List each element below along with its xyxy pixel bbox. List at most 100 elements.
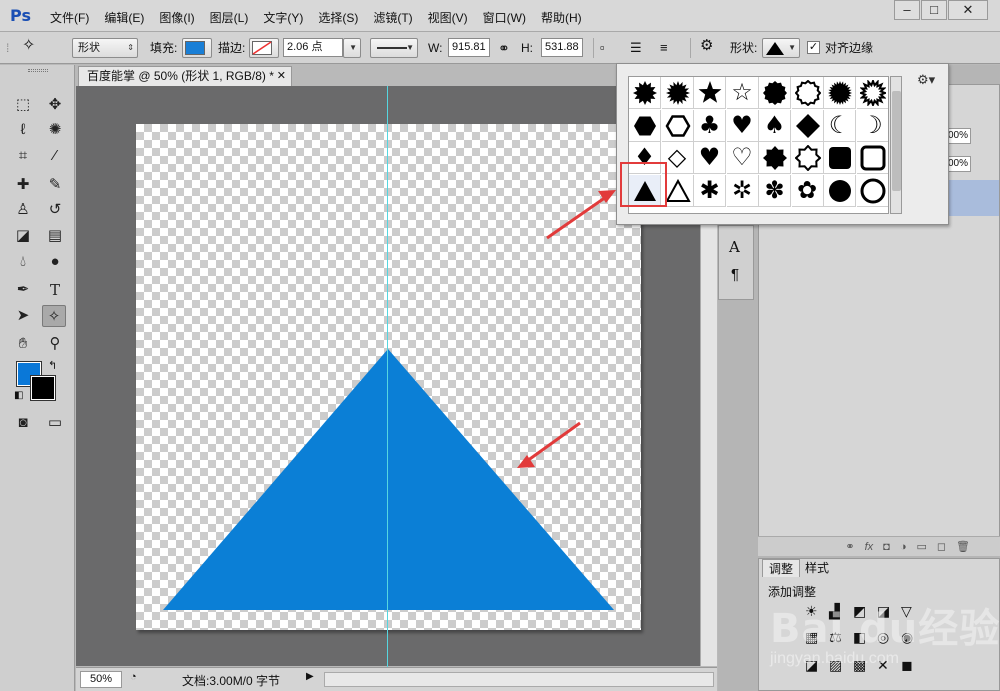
default-colors-icon[interactable]: ◧ xyxy=(14,390,23,401)
layer-mask-icon[interactable]: ◘ xyxy=(883,541,890,553)
shape-option-rounded-square-outline[interactable] xyxy=(856,142,888,174)
shape-option-burst-16[interactable] xyxy=(661,77,694,109)
shape-option-heart-card[interactable]: ♥ xyxy=(694,142,726,174)
shape-option-moon[interactable]: ☾ xyxy=(824,109,856,142)
crop-tool[interactable]: ⌗ xyxy=(11,145,35,167)
guide-line[interactable] xyxy=(387,86,388,672)
menu-view[interactable]: 视图(V) xyxy=(428,9,468,26)
document-tab[interactable]: 百度能掌 @ 50% (形状 1, RGB/8) * ✕ xyxy=(78,66,292,86)
brush-tool[interactable]: ✎ xyxy=(43,174,67,196)
custom-shape-tool[interactable]: ✧ xyxy=(42,305,66,327)
triangle-shape[interactable] xyxy=(136,124,641,630)
gear-icon[interactable]: ⚙ xyxy=(700,37,713,55)
menu-image[interactable]: 图像(I) xyxy=(159,9,194,26)
minimize-button[interactable]: – xyxy=(894,0,920,20)
stroke-width-field[interactable]: 2.06 点 xyxy=(283,38,343,57)
shape-option-flower-5-outline[interactable]: ✿ xyxy=(791,174,824,207)
status-options-icon[interactable]: ◔ xyxy=(130,671,137,683)
tool-mode-select[interactable]: 形状 ⇕ xyxy=(72,38,138,58)
shape-option-hexagon[interactable] xyxy=(629,109,661,142)
delete-layer-icon[interactable]: 🗑︎ xyxy=(956,540,970,553)
shape-option-hexagon-outline[interactable] xyxy=(661,109,694,142)
link-layers-icon[interactable]: ⚭ xyxy=(845,540,854,553)
menu-select[interactable]: 选择(S) xyxy=(318,9,358,26)
lasso-tool[interactable]: ℓ xyxy=(11,119,35,141)
shape-option-badge-8[interactable] xyxy=(759,142,791,174)
background-color-swatch[interactable] xyxy=(30,375,56,401)
swap-colors-icon[interactable]: ↰ xyxy=(48,359,57,372)
shape-option-moon-outline[interactable]: ☽ xyxy=(856,109,888,142)
blur-tool[interactable]: 💧︎ xyxy=(11,251,35,273)
paragraph-panel-icon[interactable]: ¶ xyxy=(731,266,739,283)
horizontal-scrollbar[interactable] xyxy=(324,672,714,687)
layer-style-icon[interactable]: fx xyxy=(865,541,874,553)
shape-option-star-5[interactable] xyxy=(694,77,726,109)
shape-picker-button[interactable]: ▼ xyxy=(762,38,800,58)
shape-option-star-outline[interactable]: ☆ xyxy=(726,77,759,109)
history-brush-tool[interactable]: ↺ xyxy=(43,199,67,221)
shape-option-seal-outline[interactable] xyxy=(791,77,824,109)
clone-stamp-tool[interactable]: ♙ xyxy=(11,199,35,221)
shape-option-splat-outline[interactable]: ✲ xyxy=(726,174,759,207)
path-arrangement-icon[interactable]: ≡ xyxy=(660,39,668,57)
shape-option-burst-outline[interactable] xyxy=(856,77,888,109)
pen-tool[interactable]: ✒ xyxy=(11,279,35,301)
menu-file[interactable]: 文件(F) xyxy=(50,9,89,26)
path-select-tool[interactable]: ➤ xyxy=(11,305,35,327)
fill-swatch-button[interactable] xyxy=(182,38,212,58)
tool-preset-icon[interactable]: ✧ xyxy=(22,37,35,55)
shape-option-heart[interactable]: ♥ xyxy=(726,109,759,142)
dodge-tool[interactable]: ● xyxy=(43,251,67,273)
healing-brush-tool[interactable]: ✚ xyxy=(11,174,35,196)
character-panel-icon[interactable]: A xyxy=(729,238,740,256)
shape-option-rounded-square[interactable] xyxy=(824,142,856,174)
zoom-tool[interactable]: ⚲ xyxy=(43,333,67,355)
width-field[interactable]: 915.81 xyxy=(448,38,490,57)
type-tool[interactable]: T xyxy=(43,279,67,301)
align-edges-checkbox[interactable]: ✓ xyxy=(807,41,820,54)
close-button[interactable]: ✕ xyxy=(948,0,988,20)
zoom-field[interactable]: 50% xyxy=(80,671,122,688)
shape-option-flower-5[interactable]: ✽ xyxy=(759,174,791,207)
quick-select-tool[interactable]: ✺ xyxy=(43,119,67,141)
link-icon[interactable]: ⚭ xyxy=(498,39,510,57)
menu-edit[interactable]: 编辑(E) xyxy=(104,9,144,26)
document-canvas[interactable] xyxy=(136,124,641,630)
path-operations-icon[interactable]: ▫ xyxy=(600,39,605,57)
shape-grid-scrollbar[interactable] xyxy=(890,76,902,214)
shape-option-burst-24[interactable] xyxy=(824,77,856,109)
shape-option-badge-8-outline[interactable] xyxy=(791,142,824,174)
shape-option-circle[interactable] xyxy=(824,174,856,207)
shape-option-club[interactable]: ♣ xyxy=(694,109,726,142)
shape-option-heart-outline[interactable]: ♡ xyxy=(726,142,759,174)
menu-window[interactable]: 窗口(W) xyxy=(483,9,526,26)
hand-tool[interactable]: ✋︎ xyxy=(11,333,35,355)
move-tool[interactable]: ✥ xyxy=(43,94,67,116)
maximize-button[interactable]: □ xyxy=(921,0,947,20)
eyedropper-tool[interactable]: ⁄ xyxy=(43,145,67,167)
path-alignment-icon[interactable]: ☰ xyxy=(630,39,642,57)
close-icon[interactable]: ✕ xyxy=(277,67,286,86)
quick-mask-button[interactable]: ◙ xyxy=(11,412,35,434)
menu-layer[interactable]: 图层(L) xyxy=(210,9,249,26)
new-layer-icon[interactable]: ◻ xyxy=(937,540,946,553)
gradient-tool[interactable]: ▤ xyxy=(43,225,67,247)
shape-option-spade[interactable]: ♠ xyxy=(759,109,791,142)
shape-grid-scroll-thumb[interactable] xyxy=(892,91,901,191)
shape-option-burst-12[interactable] xyxy=(629,77,661,109)
eraser-tool[interactable]: ◪ xyxy=(11,225,35,247)
stroke-swatch-button[interactable] xyxy=(249,38,279,58)
new-group-icon[interactable]: ▭ xyxy=(916,540,926,553)
menu-help[interactable]: 帮助(H) xyxy=(541,9,582,26)
height-field[interactable]: 531.88 xyxy=(541,38,583,57)
menu-filter[interactable]: 滤镜(T) xyxy=(373,9,412,26)
stroke-width-dropdown[interactable]: ▼ xyxy=(343,38,361,58)
adjustment-layer-icon[interactable]: ◑ xyxy=(900,541,907,553)
shape-option-splat[interactable]: ✱ xyxy=(694,174,726,207)
shape-option-circle-outline[interactable] xyxy=(856,174,888,207)
stroke-type-select[interactable]: ▼ xyxy=(370,38,418,58)
shape-option-diamond[interactable] xyxy=(791,109,824,142)
shape-option-seal-12[interactable] xyxy=(759,77,791,109)
marquee-tool[interactable]: ⬚ xyxy=(11,94,35,116)
tab-styles[interactable]: 样式 xyxy=(799,559,835,577)
